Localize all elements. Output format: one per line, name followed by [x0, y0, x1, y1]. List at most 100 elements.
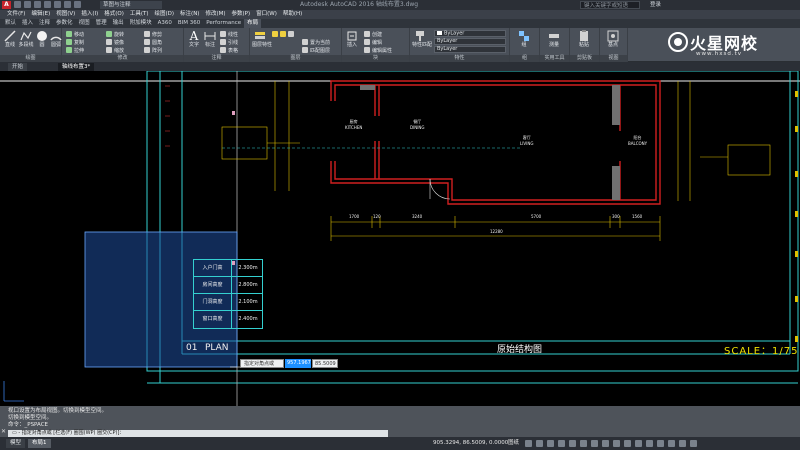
window-label-boxes	[221, 126, 771, 176]
grid-icon[interactable]	[525, 440, 532, 447]
basepoint-tool[interactable]: 基点	[605, 30, 621, 49]
osnap-icon[interactable]	[569, 440, 576, 447]
array-tool[interactable]: 阵列	[144, 46, 162, 54]
lineweight-icon[interactable]	[580, 440, 587, 447]
clean-screen-icon[interactable]	[679, 440, 686, 447]
menu-item[interactable]: 绘图(D)	[152, 10, 178, 19]
save-icon[interactable]	[34, 1, 41, 8]
menu-item[interactable]: 文件(F)	[4, 10, 28, 19]
ribbon-tab[interactable]: 默认	[2, 19, 19, 28]
menu-item[interactable]: 工具(T)	[127, 10, 152, 19]
save-as-icon[interactable]	[44, 1, 51, 8]
set-current-layer-tool[interactable]: 置为当前	[302, 38, 330, 46]
layout-tab-layout1[interactable]: 布局1	[28, 439, 51, 448]
snap-icon[interactable]	[536, 440, 543, 447]
ortho-icon[interactable]	[547, 440, 554, 447]
open-icon[interactable]	[24, 1, 31, 8]
menu-item[interactable]: 帮助(H)	[280, 10, 305, 19]
menu-item[interactable]: 视图(V)	[53, 10, 78, 19]
layout-tab-model[interactable]: 模型	[6, 439, 26, 448]
match-properties-tool[interactable]: 特性匹配	[412, 30, 432, 49]
polyline-icon	[20, 31, 32, 41]
ribbon-tab[interactable]: 布局	[244, 19, 262, 28]
left-ticks	[165, 85, 170, 147]
table-tool[interactable]: 表格	[220, 46, 238, 54]
file-tab-start[interactable]: 开始	[8, 63, 28, 71]
edit-attributes-tool[interactable]: 编辑属性	[364, 46, 392, 54]
menu-item[interactable]: 格式(O)	[101, 10, 127, 19]
trim-tool[interactable]: 修剪	[144, 30, 162, 38]
annotation-scale-icon[interactable]	[613, 440, 620, 447]
stretch-tool[interactable]: 拉伸	[66, 46, 84, 54]
ribbon-tab[interactable]: A360	[155, 19, 175, 28]
selection-cycling-icon[interactable]	[602, 440, 609, 447]
menu-item[interactable]: 插入(I)	[78, 10, 101, 19]
autocad-app-icon[interactable]: A	[2, 1, 11, 9]
lineweight-dropdown[interactable]: ByLayer	[434, 46, 506, 53]
layer-properties-tool[interactable]: 图层特性	[252, 30, 272, 49]
new-icon[interactable]	[14, 1, 21, 8]
transparency-icon[interactable]	[591, 440, 598, 447]
menu-item[interactable]: 编辑(E)	[28, 10, 53, 19]
polyline-tool[interactable]: 多段线	[18, 30, 34, 49]
isolate-icon[interactable]	[657, 440, 664, 447]
edit-block-tool[interactable]: 编辑	[364, 38, 382, 46]
color-dropdown[interactable]: ByLayer	[434, 30, 506, 37]
ribbon-tab[interactable]: 视图	[76, 19, 93, 28]
ribbon-tab[interactable]: 插入	[19, 19, 36, 28]
hardware-acceleration-icon[interactable]	[668, 440, 675, 447]
dynamic-input-y[interactable]: 85.5009	[312, 359, 338, 368]
ribbon-tab[interactable]: BIM 360	[175, 19, 203, 28]
height-table: 入户门高 2.300m 房间高度 2.800m 门洞高度 2.100m 窗口高度 2.4…	[193, 259, 263, 329]
ribbon-tab[interactable]: 参数化	[53, 19, 76, 28]
ribbon-tab[interactable]: 管理	[93, 19, 110, 28]
command-input[interactable]: ▭ - 指定对角点或 [栏选(F) 圈围(WP) 圈交(CP)]：	[8, 430, 388, 437]
sign-in-link[interactable]: 登录	[650, 0, 661, 10]
menu-item[interactable]: 参数(P)	[229, 10, 254, 19]
file-tab-drawing[interactable]: 轴线布置3*	[58, 63, 95, 71]
ribbon-tab[interactable]: 注释	[36, 19, 53, 28]
paste-tool[interactable]: 粘贴	[576, 30, 592, 49]
match-layer-tool[interactable]: 匹配图层	[302, 46, 330, 54]
polar-icon[interactable]	[558, 440, 565, 447]
text-tool[interactable]: A 文字	[186, 30, 202, 49]
close-icon[interactable]: ✕	[1, 428, 6, 435]
workspace-icon[interactable]	[624, 440, 631, 447]
undo-icon[interactable]	[64, 1, 71, 8]
dynamic-input-x[interactable]: 957.1967	[285, 359, 311, 368]
line-tool[interactable]: 直线	[2, 30, 18, 49]
ribbon-tab[interactable]: 输出	[110, 19, 127, 28]
menu-item[interactable]: 修改(M)	[202, 10, 228, 19]
measure-tool[interactable]: 测量	[546, 30, 562, 49]
customize-icon[interactable]	[690, 440, 697, 447]
drawing-viewport[interactable]: 厨房 KITCHEN 餐厅 DINING 客厅 LIVING 阳台 BALCONY 17…	[0, 71, 800, 406]
ribbon-tab[interactable]: 附加模块	[127, 19, 155, 28]
redo-icon[interactable]	[74, 1, 81, 8]
layer-state-icons[interactable]	[272, 30, 294, 38]
move-tool[interactable]: 移动	[66, 30, 84, 38]
linetype-dropdown[interactable]: ByLayer	[434, 38, 506, 45]
dim-label: 300	[612, 214, 620, 219]
view-panel-title: 视图	[600, 55, 627, 62]
ribbon-tab[interactable]: Performance	[203, 19, 244, 28]
group-tool[interactable]: 组	[516, 30, 532, 49]
dimension-tool[interactable]: 标注	[202, 30, 218, 49]
edit-attributes-icon	[364, 47, 370, 53]
mirror-tool[interactable]: 镜像	[106, 38, 124, 46]
linear-tool[interactable]: 线性	[220, 30, 238, 38]
insert-block-tool[interactable]: 插入	[344, 30, 360, 49]
search-input[interactable]: 键入关键字或短语	[580, 1, 640, 9]
copy-tool[interactable]: 复制	[66, 38, 84, 46]
menu-item[interactable]: 标注(N)	[177, 10, 202, 19]
plot-icon[interactable]	[54, 1, 61, 8]
menu-item[interactable]: 窗口(W)	[253, 10, 280, 19]
fillet-tool[interactable]: 圆角	[144, 38, 162, 46]
scale-tool[interactable]: 缩放	[106, 46, 124, 54]
create-block-tool[interactable]: 创建	[364, 30, 382, 38]
workspace-switcher[interactable]: 草图与注释	[100, 1, 162, 9]
space-toggle[interactable]: 图纸	[508, 437, 519, 450]
leader-tool[interactable]: 引线	[220, 38, 238, 46]
rotate-tool[interactable]: 旋转	[106, 30, 124, 38]
units-icon[interactable]	[635, 440, 642, 447]
quick-properties-icon[interactable]	[646, 440, 653, 447]
